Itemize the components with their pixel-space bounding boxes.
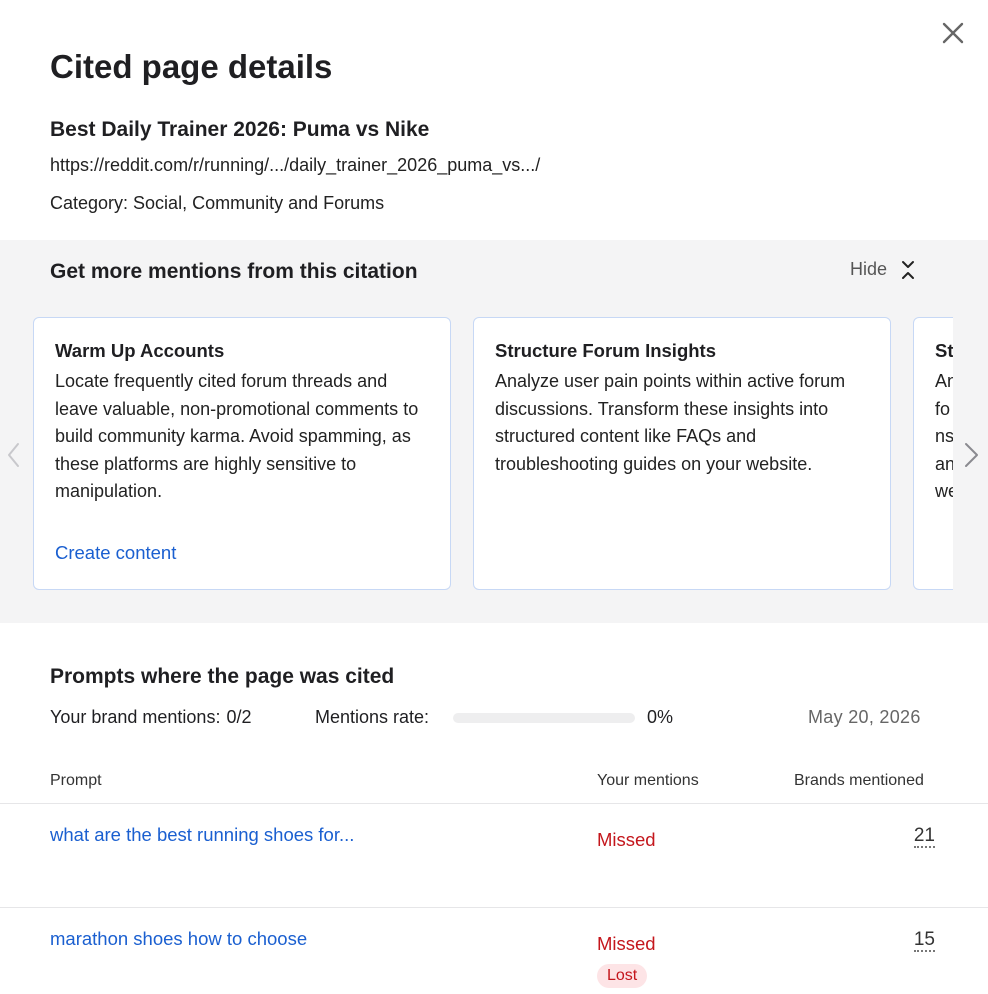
column-header-your-mentions: Your mentions — [597, 772, 699, 789]
close-button[interactable] — [940, 20, 966, 46]
suggestion-card-title: St — [935, 340, 953, 361]
hide-label: Hide — [850, 259, 888, 279]
mentions-rate-label: Mentions rate: — [315, 707, 430, 727]
row-divider — [0, 907, 988, 908]
mentions-suggestions-section: Get more mentions from this citation Hid… — [0, 240, 988, 623]
mentions-rate-bar — [453, 713, 635, 723]
chevron-left-icon — [8, 443, 19, 467]
close-icon — [942, 22, 964, 44]
carousel-next-button[interactable] — [962, 440, 982, 470]
table-header-divider — [0, 803, 988, 804]
suggestion-card-title: Structure Forum Insights — [495, 340, 716, 361]
cited-page-title: Best Daily Trainer 2026: Puma vs Nike — [50, 118, 430, 141]
brand-mentions-value: 0/2 — [226, 707, 252, 727]
cited-page-url: https://reddit.com/r/running/.../daily_t… — [50, 155, 541, 175]
suggestion-card-text: Analyze user pain points within active f… — [495, 371, 846, 474]
page-title: Cited page details — [50, 48, 333, 85]
suggestion-card-text: An fo ins an we — [935, 371, 953, 501]
carousel-prev-button[interactable] — [4, 440, 24, 470]
column-header-brands-mentioned: Brands mentioned — [794, 772, 924, 789]
prompts-section-heading: Prompts where the page was cited — [50, 665, 395, 688]
suggestions-carousel: Warm Up Accounts Locate frequently cited… — [33, 317, 953, 591]
brands-count[interactable]: 15 — [913, 930, 935, 952]
brand-mentions-summary: Your brand mentions: 0/2 — [50, 707, 251, 728]
chevron-right-icon — [965, 443, 978, 467]
prompt-link[interactable]: marathon shoes how to choose — [50, 928, 307, 950]
create-content-link[interactable]: Create content — [55, 542, 176, 564]
suggestion-card-title: Warm Up Accounts — [55, 340, 225, 361]
cited-page-category: Category: Social, Community and Forums — [50, 193, 385, 213]
brands-count[interactable]: 21 — [913, 826, 935, 848]
suggestion-card-text: Locate frequently cited forum threads an… — [55, 371, 419, 501]
suggestion-card: Structure Forum Insights Analyze user pa… — [473, 317, 891, 590]
collapse-icon — [902, 260, 915, 279]
lost-badge: Lost — [597, 964, 648, 988]
suggestion-card: St An fo ins an we — [913, 317, 953, 590]
mentions-section-heading: Get more mentions from this citation — [50, 260, 418, 283]
brand-mentions-label: Your brand mentions: — [50, 707, 221, 727]
mention-status: Missed — [597, 933, 656, 954]
suggestion-card: Warm Up Accounts Locate frequently cited… — [33, 317, 451, 590]
mentions-rate-value: 0% — [647, 707, 674, 727]
hide-button[interactable]: Hide — [850, 259, 915, 280]
report-date: May 20, 2026 — [808, 707, 921, 727]
mention-status: Missed — [597, 829, 656, 850]
column-header-prompt: Prompt — [50, 772, 102, 789]
prompt-link[interactable]: what are the best running shoes for... — [50, 824, 354, 846]
